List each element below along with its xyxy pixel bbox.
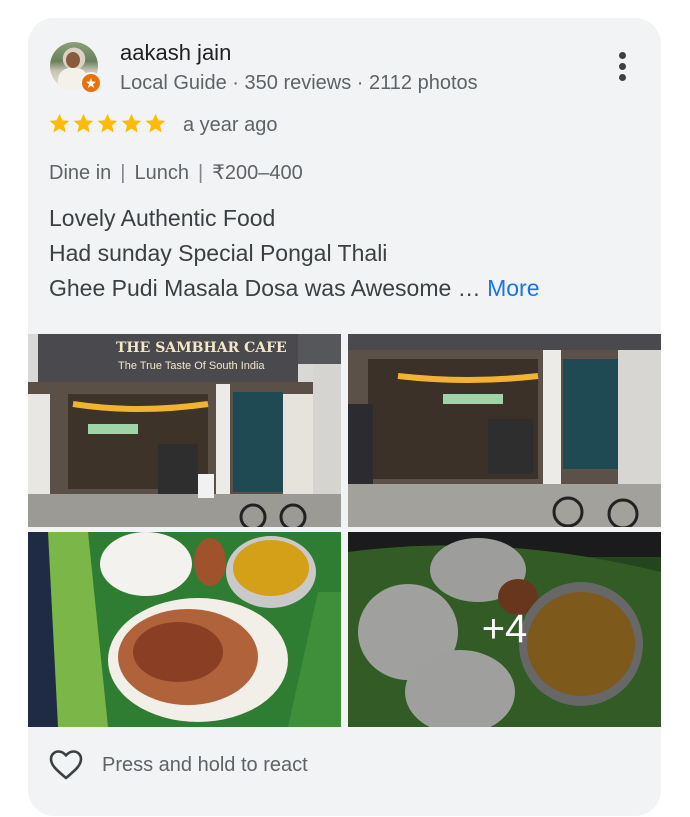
review-photo-storefront-alt[interactable] [348,334,661,527]
star-icon [97,113,118,133]
storefront-sign: THE SAMBHAR CAFE The True Taste Of South… [38,334,298,382]
tag-separator: | [120,162,126,184]
tag-meal: Lunch [134,162,189,184]
react-button[interactable]: Press and hold to react [48,749,308,781]
review-photo-more[interactable]: +4 [348,532,661,727]
review-card: aakash jain Local Guide · 350 reviews · … [28,18,661,816]
review-line: Ghee Pudi Masala Dosa was Awesome … [49,275,481,301]
star-rating [48,112,167,135]
star-icon [145,113,166,133]
review-line: Had sunday Special Pongal Thali [49,240,388,266]
photo-grid: THE SAMBHAR CAFE The True Taste Of South… [28,334,661,727]
review-photo-food[interactable] [28,532,341,727]
star-icon [73,113,94,133]
local-guide-badge-icon [80,72,102,94]
review-time: a year ago [183,114,278,136]
more-photos-count: +4 [348,532,661,727]
tag-service: Dine in [49,162,112,184]
review-photo-storefront[interactable]: THE SAMBHAR CAFE The True Taste Of South… [28,334,341,527]
more-link[interactable]: More [487,275,539,301]
author-meta: Local Guide · 350 reviews · 2112 photos [120,72,478,94]
review-text: Lovely Authentic Food Had sunday Special… [49,201,539,306]
tag-separator: | [197,162,204,184]
react-label: Press and hold to react [102,753,308,776]
sign-title: THE SAMBHAR CAFE [116,340,287,356]
tag-price: ₹200–400 [212,162,303,184]
star-icon [121,113,142,133]
sign-tagline: The True Taste Of South India [118,360,265,372]
review-tags: Dine in | Lunch | ₹200–400 [49,160,303,185]
review-line: Lovely Authentic Food [49,205,276,231]
star-icon [49,113,70,133]
more-options-icon[interactable] [617,52,627,82]
author-name[interactable]: aakash jain [120,40,231,66]
heart-icon [49,750,83,780]
